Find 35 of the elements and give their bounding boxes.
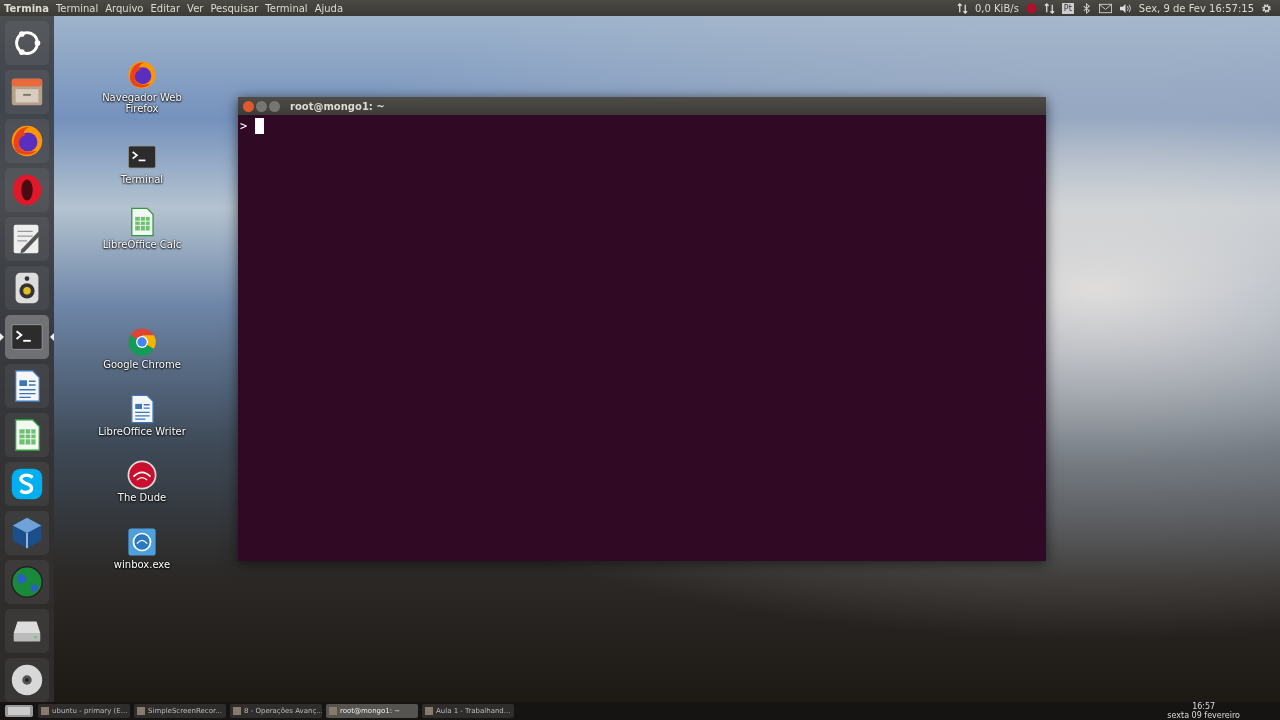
up-down-arrows-icon[interactable] [957,2,968,14]
round-app-icon[interactable] [125,525,159,559]
taskbar-time: 16:57 [1192,702,1216,711]
terminal-prompt: > [240,119,248,133]
keyboard-layout-indicator[interactable]: Pt [1061,2,1074,14]
taskbar-date: sexta 09 fevereiro [1167,711,1240,720]
speaker-volume-icon[interactable] [1118,2,1132,14]
status-dot-icon[interactable] [1025,2,1037,14]
bluetooth-icon[interactable] [1080,2,1092,14]
menu-item[interactable]: Ajuda [314,2,344,14]
up-down-arrows-icon[interactable] [1043,2,1055,14]
menu-item[interactable]: Arquivo [105,2,144,14]
active-pointer-icon[interactable] [50,333,54,341]
clock: Sex, 9 de Fev 16:57:15 [1138,2,1254,14]
fox-globe-icon[interactable] [125,58,159,92]
desktop-icon-label[interactable]: Google Chrome [99,359,185,370]
menu-item[interactable]: Editar [150,2,181,14]
envelope-icon[interactable] [1098,2,1112,14]
active-pointer-icon[interactable] [0,333,4,341]
desktop-icon-label[interactable]: The Dude [113,492,171,503]
menu-item[interactable]: Terminal [265,2,308,14]
round-browser-icon[interactable] [125,325,159,359]
app-name: Termina [4,2,49,14]
gear-icon[interactable] [1261,2,1272,14]
menu-item[interactable]: Pesquisar [210,2,259,14]
close-button[interactable] [243,100,254,112]
window-title: root@mongo1: ~ [290,100,385,112]
desktop-icon-label[interactable]: LibreOffice Writer [94,426,190,437]
text-cursor [255,118,265,134]
show-desktop-icon[interactable] [4,703,34,719]
network-speed: 0,0 KiB/s [975,2,1019,14]
sphere-logo-icon[interactable] [125,458,159,492]
menu-item[interactable]: Terminal [55,2,99,14]
desktop-icon-label[interactable]: winbox.exe [109,559,175,570]
menu-item[interactable]: Ver [187,2,204,14]
